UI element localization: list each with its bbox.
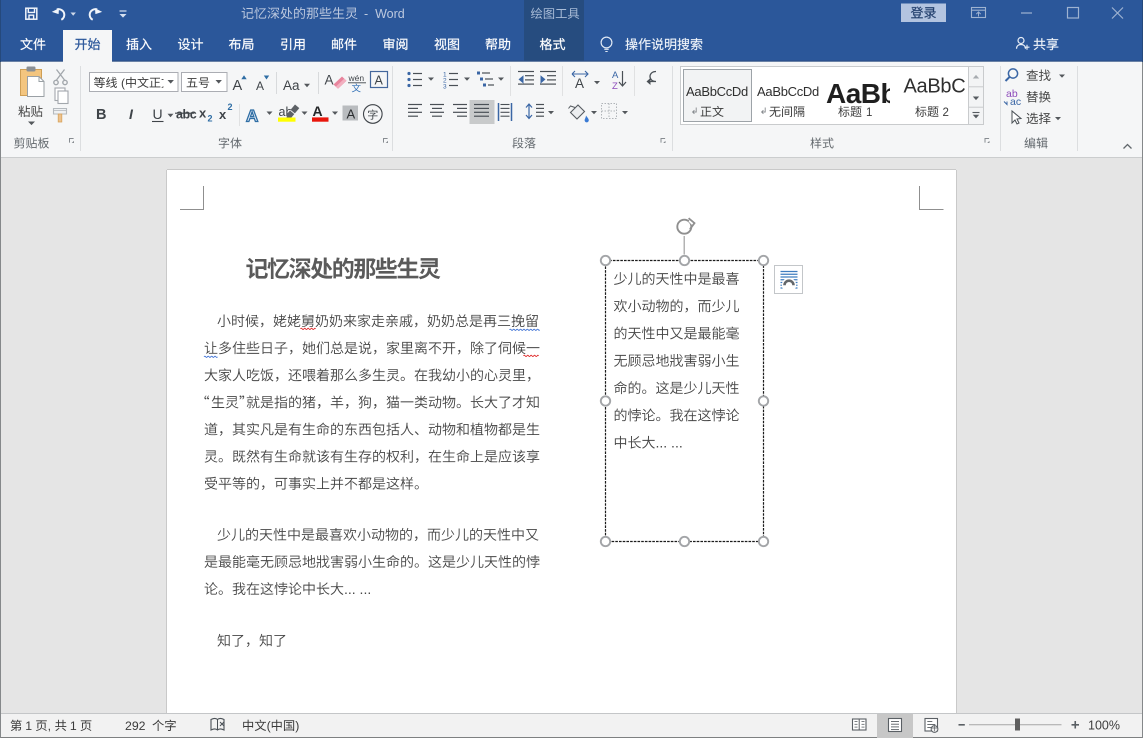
svg-text:A: A: [256, 79, 264, 93]
svg-text:abc: abc: [176, 108, 197, 122]
svg-text:- Word: - Word: [364, 7, 405, 21]
svg-text:A: A: [233, 78, 243, 94]
svg-text:AaBbC: AaBbC: [904, 76, 966, 98]
svg-text:B: B: [96, 107, 106, 123]
svg-text:1: 1: [866, 107, 872, 119]
svg-text:3: 3: [443, 84, 447, 91]
svg-text:AaBbCcDd: AaBbCcDd: [757, 84, 819, 99]
svg-text:A: A: [575, 76, 584, 91]
svg-text:100%: 100%: [1088, 719, 1120, 733]
svg-text:(: (: [121, 76, 125, 90]
svg-text:): ): [295, 719, 299, 733]
svg-text:Z: Z: [612, 81, 618, 92]
svg-text:AaBbCcDd: AaBbCcDd: [686, 84, 748, 99]
svg-text:A: A: [313, 103, 323, 119]
svg-text:2: 2: [943, 107, 949, 119]
svg-text:... ...: ... ...: [656, 435, 683, 451]
svg-text:x: x: [199, 106, 207, 121]
svg-text:Aa: Aa: [283, 78, 300, 93]
svg-text:1: 1: [70, 719, 77, 733]
svg-text:,: ,: [48, 719, 51, 733]
svg-text:A: A: [325, 73, 334, 88]
svg-text:A: A: [246, 107, 258, 126]
svg-text:A: A: [347, 107, 356, 122]
svg-text:x: x: [219, 107, 227, 122]
svg-text:1: 1: [25, 719, 32, 733]
svg-text:A: A: [612, 70, 619, 81]
svg-text:ac: ac: [1010, 96, 1021, 108]
svg-text:wén: wén: [348, 73, 365, 83]
svg-text:292: 292: [125, 719, 146, 733]
svg-text:AaBb: AaBb: [826, 78, 897, 109]
svg-text:U: U: [153, 106, 163, 122]
svg-text:2: 2: [208, 114, 213, 124]
svg-text:... ...: ... ...: [344, 581, 371, 597]
svg-text:2: 2: [228, 102, 233, 112]
svg-text:A: A: [375, 74, 384, 88]
